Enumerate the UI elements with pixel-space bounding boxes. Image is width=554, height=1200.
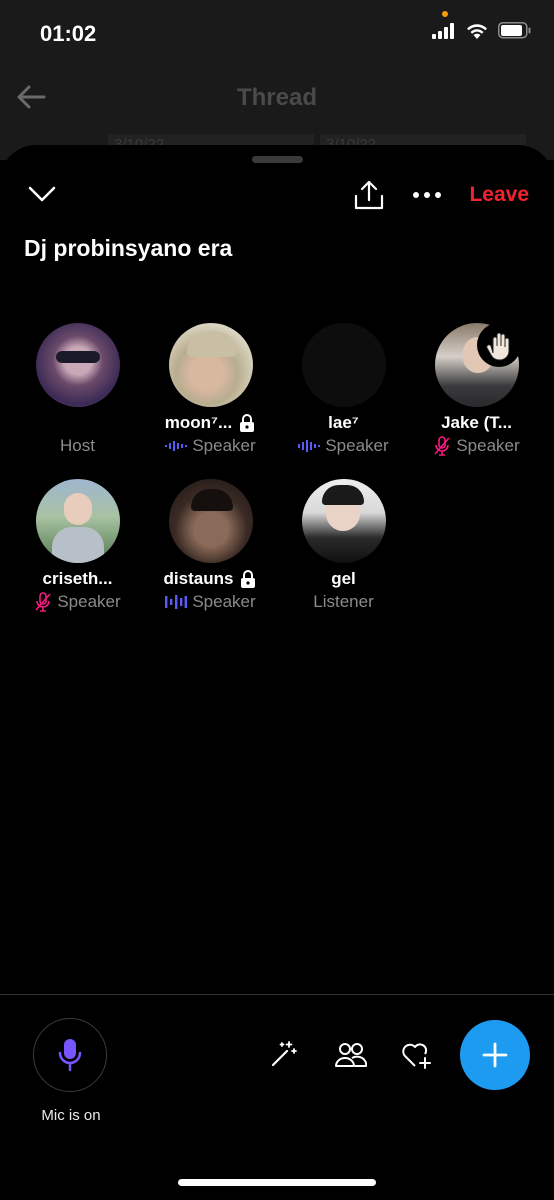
wifi-icon xyxy=(467,23,487,39)
participant-name: gel xyxy=(331,569,356,588)
participant-name: lae⁷ xyxy=(328,413,359,432)
participant-name-row: distauns xyxy=(144,567,277,591)
participant-card[interactable]: lae⁷ Speaker xyxy=(277,323,410,457)
microphone-icon xyxy=(58,1039,82,1072)
participant-role: Speaker xyxy=(11,591,144,613)
status-icons xyxy=(432,22,532,39)
lock-icon xyxy=(240,414,255,432)
participant-role: Speaker xyxy=(277,435,410,457)
participant-role-label: Speaker xyxy=(192,592,256,611)
participant-card[interactable]: moon⁷... Speaker xyxy=(144,323,277,457)
lock-icon xyxy=(241,570,256,588)
participant-role-label: Listener xyxy=(313,592,374,611)
mic-in-use-indicator xyxy=(442,11,448,17)
share-icon[interactable] xyxy=(353,179,385,211)
avatar xyxy=(168,323,253,407)
plus-icon xyxy=(482,1042,508,1068)
participant-role: Speaker xyxy=(410,435,543,457)
speaker-wave-icon xyxy=(298,440,321,452)
participant-role: Host xyxy=(11,435,144,457)
avatar xyxy=(301,323,386,407)
magic-wand-icon[interactable] xyxy=(270,1040,298,1068)
avatar xyxy=(35,479,120,563)
participant-card[interactable]: distauns Speaker xyxy=(144,479,277,613)
participant-name: Jake (T... xyxy=(441,413,512,432)
participant-role-label: Speaker xyxy=(325,436,389,455)
status-time: 01:02 xyxy=(40,21,97,46)
sheet-grabber[interactable] xyxy=(252,156,303,163)
participant-card[interactable]: gel Listener xyxy=(277,479,410,613)
mic-muted-icon xyxy=(434,436,450,456)
participant-name xyxy=(11,411,144,435)
participant-card[interactable]: Host xyxy=(11,323,144,457)
raised-hand-icon xyxy=(486,332,510,361)
avatar xyxy=(168,479,253,563)
more-options-icon[interactable] xyxy=(412,191,442,199)
participant-role-label: Speaker xyxy=(192,436,256,455)
leave-button[interactable]: Leave xyxy=(469,183,529,207)
background-page-title: Thread xyxy=(236,84,317,111)
speaker-wave-icon xyxy=(165,595,188,609)
signal-icon xyxy=(432,22,454,39)
home-indicator[interactable] xyxy=(178,1179,376,1186)
chevron-down-icon[interactable] xyxy=(28,185,56,203)
people-icon[interactable] xyxy=(335,1040,367,1068)
speaker-wave-icon xyxy=(165,441,188,451)
participant-name-row: moon⁷... xyxy=(144,411,277,435)
participant-role-label: Host xyxy=(60,436,95,455)
participant-role: Speaker xyxy=(144,435,277,457)
battery-icon xyxy=(498,22,531,39)
status-bar: 01:02 xyxy=(0,0,554,70)
mic-muted-icon xyxy=(35,592,51,612)
add-button[interactable] xyxy=(460,1020,530,1090)
participant-role-label: Speaker xyxy=(456,436,520,455)
heart-plus-icon[interactable] xyxy=(401,1040,433,1070)
bottom-divider xyxy=(0,994,554,995)
participant-name: moon⁷... xyxy=(164,413,233,432)
participant-card[interactable]: criseth... Speaker xyxy=(11,479,144,613)
participant-name: criseth... xyxy=(42,569,113,588)
participant-role-label: Speaker xyxy=(57,592,121,611)
mic-button[interactable] xyxy=(33,1018,107,1092)
space-title: Dj probinsyano era xyxy=(24,235,233,261)
mic-status-label: Mic is on xyxy=(41,1107,101,1124)
participant-name: distauns xyxy=(163,569,234,588)
raised-hand-badge xyxy=(477,323,521,367)
participant-role: Listener xyxy=(277,591,410,613)
avatar xyxy=(301,479,386,563)
avatar xyxy=(35,323,120,407)
participant-role: Speaker xyxy=(144,591,277,613)
